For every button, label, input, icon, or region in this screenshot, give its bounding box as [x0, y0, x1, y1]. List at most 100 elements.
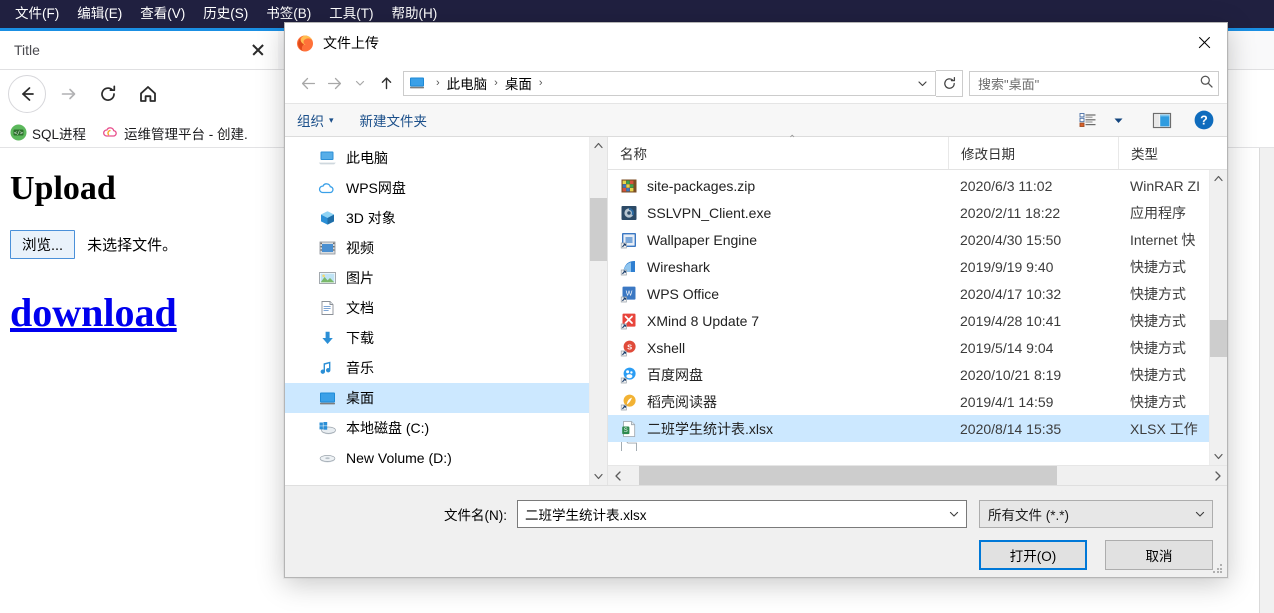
table-row[interactable]: W WPS Office 2020/4/17 10:32 快捷方式 [608, 280, 1209, 307]
breadcrumb-item-desktop[interactable]: 桌面 [505, 73, 532, 93]
file-type: 快捷方式 [1130, 366, 1186, 383]
file-name-cell: W WPS Office [608, 285, 948, 303]
tree-item-pictures[interactable]: 图片 [285, 263, 589, 293]
tree-item-3d-objects[interactable]: 3D 对象 [285, 203, 589, 233]
search-input[interactable]: 搜索"桌面" [969, 70, 1219, 96]
scroll-right-icon[interactable] [1208, 466, 1227, 485]
bookmark-sql[interactable]: </> SQL进程 [10, 123, 86, 143]
tree-item-new-volume-d[interactable]: New Volume (D:) [285, 443, 589, 473]
breadcrumb-item-this-pc[interactable]: 此电脑 [447, 73, 488, 93]
scroll-thumb[interactable] [1210, 320, 1227, 357]
scroll-up-icon[interactable] [590, 137, 607, 154]
column-header-name[interactable]: 名称 ⌃ [608, 134, 948, 169]
forward-icon[interactable] [50, 76, 86, 112]
table-row-partial[interactable] [608, 442, 1209, 451]
dialog-forward-icon[interactable] [321, 70, 347, 96]
recent-locations-caret-icon[interactable] [347, 70, 373, 96]
search-icon[interactable] [1199, 74, 1214, 92]
table-row[interactable]: XMind 8 Update 7 2019/4/28 10:41 快捷方式 [608, 307, 1209, 334]
open-button[interactable]: 打开(O) [979, 540, 1087, 570]
browse-button[interactable]: 浏览... [10, 230, 76, 259]
navigation-pane-scrollbar[interactable] [589, 137, 607, 485]
up-one-level-icon[interactable] [373, 70, 399, 96]
preview-pane-icon[interactable] [1147, 107, 1177, 133]
column-header-type[interactable]: 类型 [1118, 137, 1227, 169]
home-icon[interactable] [130, 76, 166, 112]
video-icon [317, 239, 337, 257]
file-type-filter-select[interactable]: 所有文件 (*.*) [979, 500, 1213, 528]
cancel-button[interactable]: 取消 [1105, 540, 1213, 570]
chevron-down-icon[interactable] [1190, 508, 1210, 520]
reload-icon[interactable] [90, 76, 126, 112]
table-row[interactable]: 稻壳阅读器 2019/4/1 14:59 快捷方式 [608, 388, 1209, 415]
scroll-up-icon[interactable] [1210, 170, 1227, 187]
tree-item-downloads[interactable]: 下载 [285, 323, 589, 353]
download-link[interactable]: download [10, 293, 177, 333]
scroll-track[interactable] [1210, 187, 1227, 448]
menu-item-file[interactable]: 文件(F) [6, 3, 68, 25]
file-name: site-packages.zip [647, 177, 756, 194]
tree-item-desktop[interactable]: 桌面 [285, 383, 589, 413]
back-icon[interactable] [8, 75, 46, 113]
new-folder-button[interactable]: 新建文件夹 [360, 110, 428, 130]
refresh-icon[interactable] [936, 69, 963, 97]
scroll-thumb[interactable] [638, 466, 1057, 485]
view-list-icon[interactable] [1073, 107, 1103, 133]
tree-item-music[interactable]: 音乐 [285, 353, 589, 383]
menu-item-edit[interactable]: 编辑(E) [68, 3, 131, 25]
file-rows: site-packages.zip 2020/6/3 11:02 WinRAR … [608, 170, 1209, 465]
file-type: 快捷方式 [1130, 312, 1186, 329]
table-row[interactable]: Wireshark 2019/9/19 9:40 快捷方式 [608, 253, 1209, 280]
scroll-down-icon[interactable] [590, 468, 607, 485]
menu-item-history[interactable]: 历史(S) [194, 3, 257, 25]
browser-tab[interactable]: Title [0, 31, 278, 69]
download-icon [317, 329, 337, 347]
table-row[interactable]: 百度网盘 2020/10/21 8:19 快捷方式 [608, 361, 1209, 388]
organize-button[interactable]: 组织 ▾ [297, 110, 334, 130]
resize-grip[interactable] [1213, 564, 1223, 574]
filter-value: 所有文件 (*.*) [988, 508, 1069, 523]
bookmark-ops-platform[interactable]: 运维管理平台 - 创建. [102, 123, 248, 143]
scroll-track[interactable] [627, 466, 1208, 485]
breadcrumb[interactable]: › 此电脑 › 桌面 › [403, 70, 936, 96]
close-icon[interactable] [248, 40, 268, 60]
reader-icon [620, 393, 638, 411]
chevron-down-icon[interactable] [944, 508, 964, 520]
file-name-cell [608, 442, 948, 451]
dialog-toolbar: 组织 ▾ 新建文件夹 ? [285, 103, 1227, 137]
column-header-date[interactable]: 修改日期 [948, 137, 1118, 169]
help-icon[interactable]: ? [1189, 107, 1219, 133]
svg-text:</>: </> [14, 130, 23, 136]
breadcrumb-separator[interactable]: › [539, 77, 543, 89]
scroll-down-icon[interactable] [1210, 448, 1227, 465]
tree-item-videos[interactable]: 视频 [285, 233, 589, 263]
dialog-footer: 文件名(N): 二班学生统计表.xlsx 所有文件 (*.*) 打开(O) 取消 [285, 485, 1227, 577]
view-options-caret-icon[interactable] [1103, 107, 1133, 133]
scroll-track[interactable] [590, 154, 607, 468]
table-row[interactable]: Wallpaper Engine 2020/4/30 15:50 Interne… [608, 226, 1209, 253]
tree-item-local-disk-c[interactable]: 本地磁盘 (C:) [285, 413, 589, 443]
dialog-back-icon[interactable] [295, 70, 321, 96]
sql-icon: </> [10, 124, 27, 141]
shortcut-icon [620, 231, 638, 249]
tree-item-this-pc[interactable]: 此电脑 [285, 143, 589, 173]
filename-input[interactable]: 二班学生统计表.xlsx [517, 500, 967, 528]
file-list-horizontal-scrollbar[interactable] [608, 465, 1227, 485]
scroll-thumb[interactable] [590, 197, 607, 261]
table-row[interactable]: S Xshell 2019/5/14 9:04 快捷方式 [608, 334, 1209, 361]
dialog-close-icon[interactable] [1181, 23, 1227, 63]
menu-item-view[interactable]: 查看(V) [131, 3, 194, 25]
scroll-left-icon[interactable] [608, 466, 627, 485]
file-list-scrollbar[interactable] [1209, 170, 1227, 465]
svg-text:S: S [624, 428, 628, 434]
tree-item-documents[interactable]: 文档 [285, 293, 589, 323]
page-scrollbar[interactable] [1259, 148, 1274, 613]
table-row[interactable]: SSLVPN_Client.exe 2020/2/11 18:22 应用程序 [608, 199, 1209, 226]
table-row[interactable]: site-packages.zip 2020/6/3 11:02 WinRAR … [608, 172, 1209, 199]
filename-row: 文件名(N): 二班学生统计表.xlsx 所有文件 (*.*) [285, 500, 1213, 528]
file-name-cell: S 二班学生统计表.xlsx [608, 419, 948, 439]
table-row[interactable]: S 二班学生统计表.xlsx 2020/8/14 15:35 XLSX 工作 [608, 415, 1209, 442]
tree-item-wps-cloud[interactable]: WPS网盘 [285, 173, 589, 203]
folder-icon [620, 442, 638, 451]
chevron-down-icon[interactable] [911, 72, 933, 95]
